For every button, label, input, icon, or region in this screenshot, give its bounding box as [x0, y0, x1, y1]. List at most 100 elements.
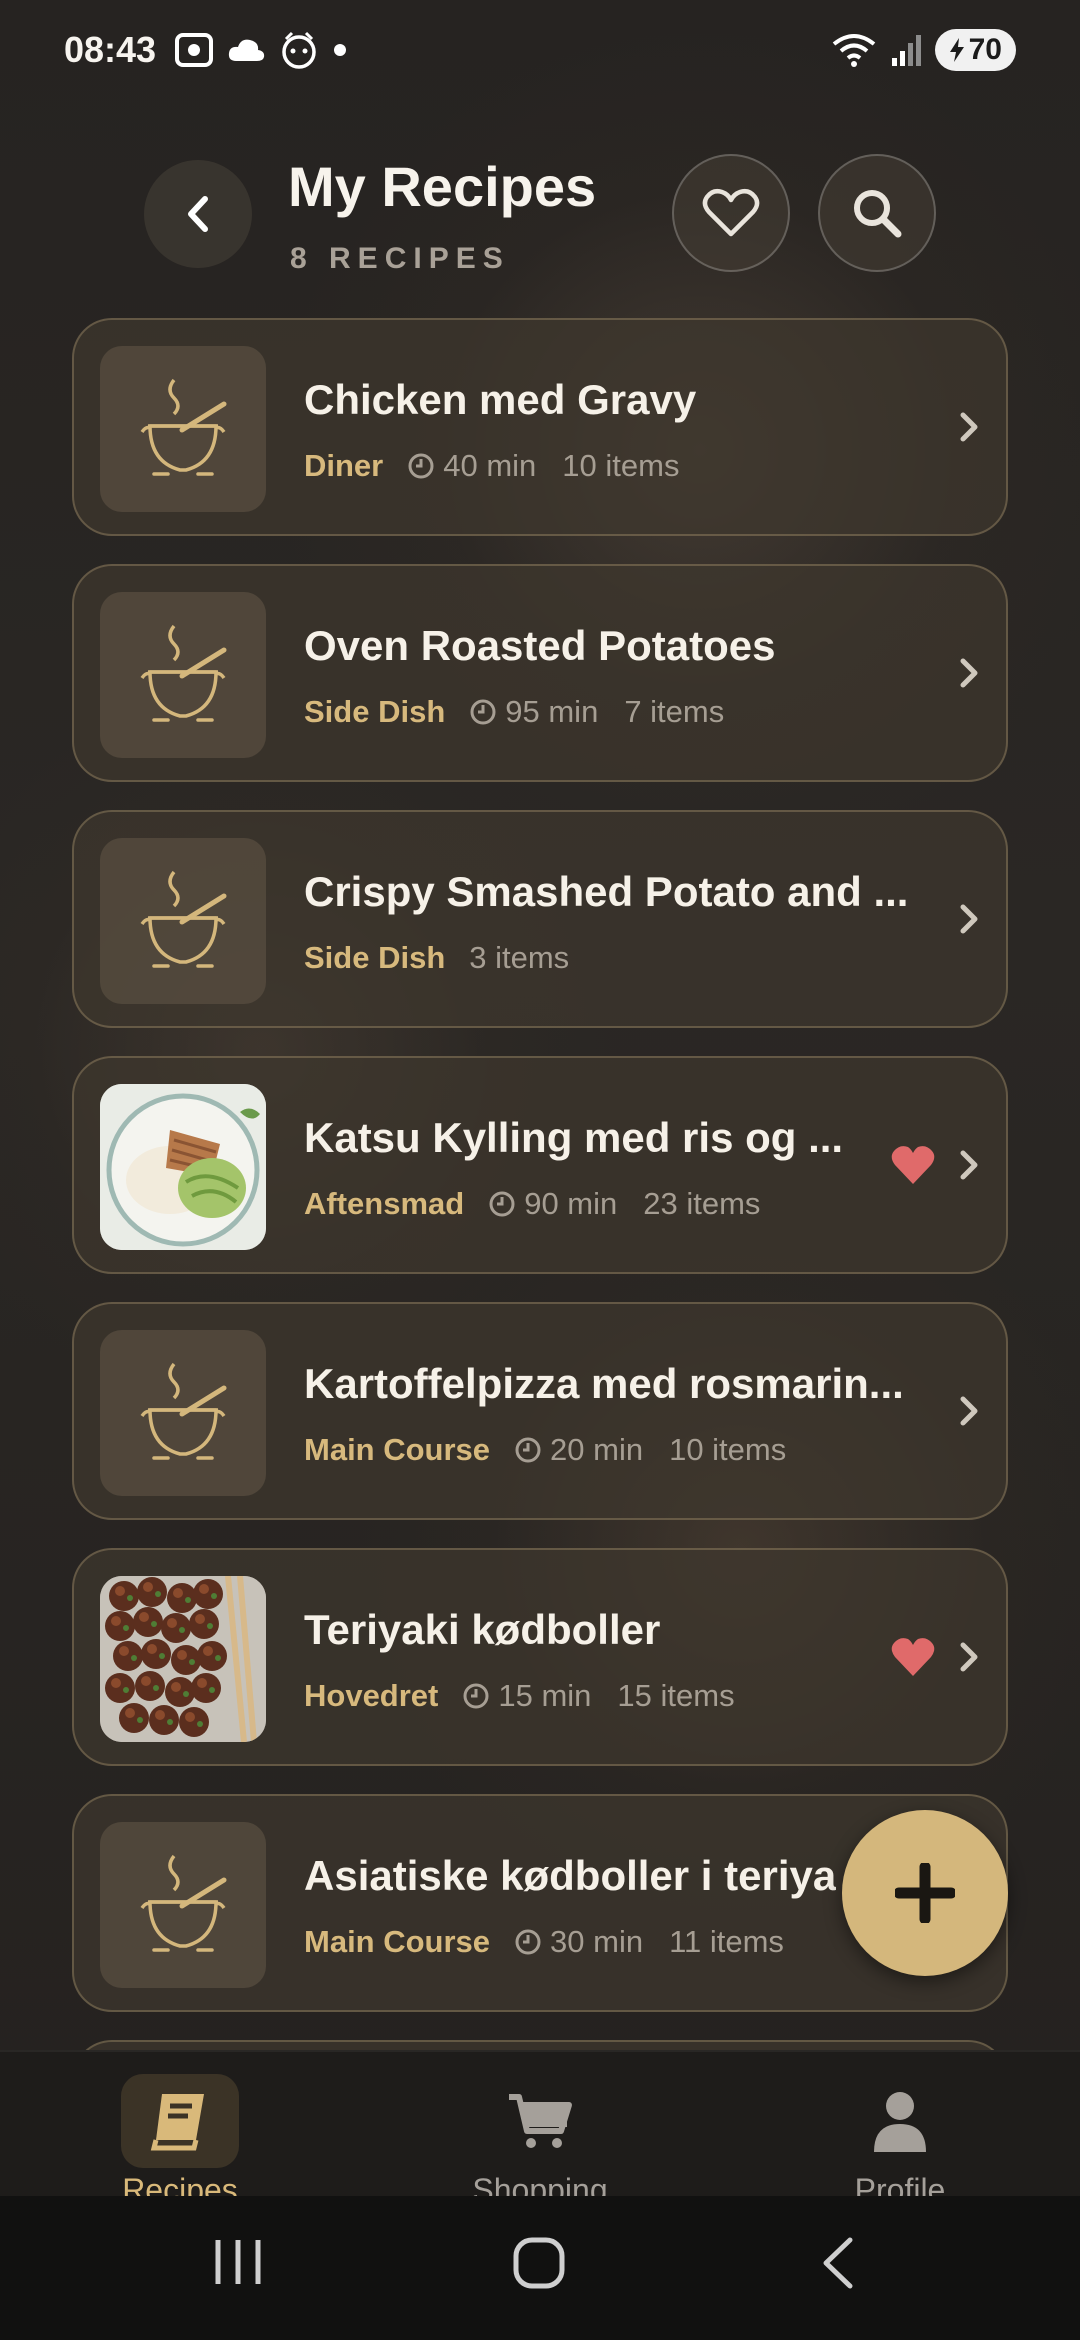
recipe-meta: Aftensmad 90 min 23 items: [304, 1186, 760, 1222]
system-navigation-bar: [0, 2196, 1080, 2340]
recipe-thumbnail: [100, 1330, 266, 1496]
recipe-category: Aftensmad: [304, 1186, 465, 1221]
heart-filled-icon: [891, 1638, 935, 1676]
pot-icon: [140, 624, 227, 722]
food-photo-katsu: [100, 1084, 266, 1250]
chevron-right-icon: [960, 904, 978, 934]
favorite-toggle[interactable]: [890, 1144, 936, 1191]
open-recipe-chevron: [958, 1640, 980, 1679]
cloud-icon: [228, 39, 265, 61]
recipe-title: Crispy Smashed Potato and ...: [304, 868, 909, 915]
back-button[interactable]: [144, 160, 252, 268]
recipe-meta: Main Course 30 min 11 items: [304, 1924, 784, 1960]
recipe-title: Chicken med Gravy: [304, 376, 697, 423]
search-icon: [854, 190, 902, 238]
favorites-button[interactable]: [672, 154, 790, 272]
food-photo-meatballs: [100, 1576, 266, 1742]
open-recipe-chevron: [958, 656, 980, 695]
back-arrow-icon: [823, 2237, 853, 2289]
recipe-thumbnail: [100, 1084, 266, 1250]
recipe-count: 8 RECIPES: [290, 242, 510, 275]
pot-icon: [140, 378, 227, 476]
recent-apps-button[interactable]: [212, 2236, 264, 2293]
recipe-meta: Diner 40 min 10 items: [304, 448, 679, 484]
open-recipe-chevron: [958, 410, 980, 449]
recipe-title: Asiatiske kødboller i teriya: [304, 1852, 837, 1899]
chevron-left-icon: [188, 196, 208, 232]
recipe-meta: Hovedret 15 min 15 items: [304, 1678, 735, 1714]
recipe-item-count: 7 items: [624, 694, 725, 729]
recipe-thumbnail: [100, 838, 266, 1004]
recipe-title: Teriyaki kødboller: [304, 1606, 661, 1653]
recipe-item-count: 23 items: [643, 1186, 761, 1221]
recipe-category: Side Dish: [304, 940, 446, 975]
nav-recipes[interactable]: Recipes: [80, 2074, 280, 2209]
recipe-thumbnail: [100, 592, 266, 758]
signal-icon: [891, 35, 921, 66]
pot-icon: [140, 1362, 227, 1460]
clock-icon: [489, 1191, 515, 1217]
recipe-time: 90 min: [488, 1186, 617, 1222]
charging-bolt-icon: [949, 38, 964, 62]
chevron-right-icon: [960, 1642, 978, 1672]
recipe-time: 40 min: [407, 448, 536, 484]
nav-shopping[interactable]: Shopping: [440, 2074, 640, 2209]
recipe-item-count: 3 items: [469, 940, 570, 975]
recipe-item-count: 10 items: [669, 1432, 787, 1467]
heart-outline-icon: [702, 188, 760, 237]
clock-icon: [515, 1437, 541, 1463]
recipe-time-label: 15 min: [498, 1678, 592, 1713]
plus-icon: [895, 1863, 955, 1923]
recipe-item-count: 10 items: [562, 448, 680, 483]
clock-icon: [470, 699, 496, 725]
recipe-card[interactable]: Crispy Smashed Potato and ... Side Dish 3 …: [72, 810, 1008, 1028]
system-back-button[interactable]: [818, 2236, 858, 2295]
status-time: 08:43: [64, 29, 157, 70]
recipe-meta: Main Course 20 min 10 items: [304, 1432, 786, 1468]
recipe-title: Kartoffelpizza med rosmarin...: [304, 1360, 904, 1407]
recipe-meta: Side Dish 3 items: [304, 940, 569, 976]
clock-icon: [463, 1683, 489, 1709]
heart-filled-icon: [891, 1146, 935, 1184]
open-recipe-chevron: [958, 1148, 980, 1187]
dot-icon: [334, 44, 347, 56]
page-title: My Recipes: [288, 155, 597, 218]
recipe-time-label: 20 min: [550, 1432, 644, 1467]
recipe-thumbnail: [100, 1576, 266, 1742]
recipe-time-label: 90 min: [524, 1186, 618, 1221]
recipe-title: Oven Roasted Potatoes: [304, 622, 776, 669]
recipe-title: Katsu Kylling med ris og ...: [304, 1114, 844, 1161]
recipe-category: Diner: [304, 448, 384, 483]
recipe-card[interactable]: Katsu Kylling med ris og ... Aftensmad 90 …: [72, 1056, 1008, 1274]
recipe-item-count: 15 items: [617, 1678, 735, 1713]
recipe-thumbnail: [100, 346, 266, 512]
home-icon: [513, 2237, 565, 2289]
screenshot-icon: [175, 33, 214, 67]
person-icon: [874, 2092, 926, 2152]
recipe-time: 95 min: [469, 694, 598, 730]
recent-apps-icon: [215, 2240, 261, 2284]
recipe-category: Main Course: [304, 1432, 491, 1467]
status-bar: 08:43 70: [0, 0, 1080, 100]
recipe-category: Side Dish: [304, 694, 446, 729]
chevron-right-icon: [960, 412, 978, 442]
bottom-navigation: Recipes Shopping Profile: [0, 2050, 1080, 2208]
recipe-meta: Side Dish 95 min 7 items: [304, 694, 724, 730]
pot-icon: [140, 870, 227, 968]
nav-profile[interactable]: Profile: [800, 2074, 1000, 2209]
recipe-time: 15 min: [462, 1678, 591, 1714]
recipe-card[interactable]: Kartoffelpizza med rosmarin... Main Cours…: [72, 1302, 1008, 1520]
battery-level: 70: [968, 33, 1002, 66]
book-icon: [150, 2094, 204, 2151]
recipe-category: Main Course: [304, 1924, 491, 1959]
recipe-card[interactable]: Chicken med Gravy Diner 40 min 10 items: [72, 318, 1008, 536]
search-button[interactable]: [818, 154, 936, 272]
home-button[interactable]: [512, 2236, 566, 2295]
favorite-toggle[interactable]: [890, 1636, 936, 1683]
recipe-card[interactable]: Oven Roasted Potatoes Side Dish 95 min 7 it…: [72, 564, 1008, 782]
recipe-card[interactable]: Teriyaki kødboller Hovedret 15 min 15 items: [72, 1548, 1008, 1766]
clock-icon: [515, 1929, 541, 1955]
recipe-category: Hovedret: [304, 1678, 439, 1713]
add-recipe-button[interactable]: [842, 1810, 1008, 1976]
pot-icon: [140, 1854, 227, 1952]
